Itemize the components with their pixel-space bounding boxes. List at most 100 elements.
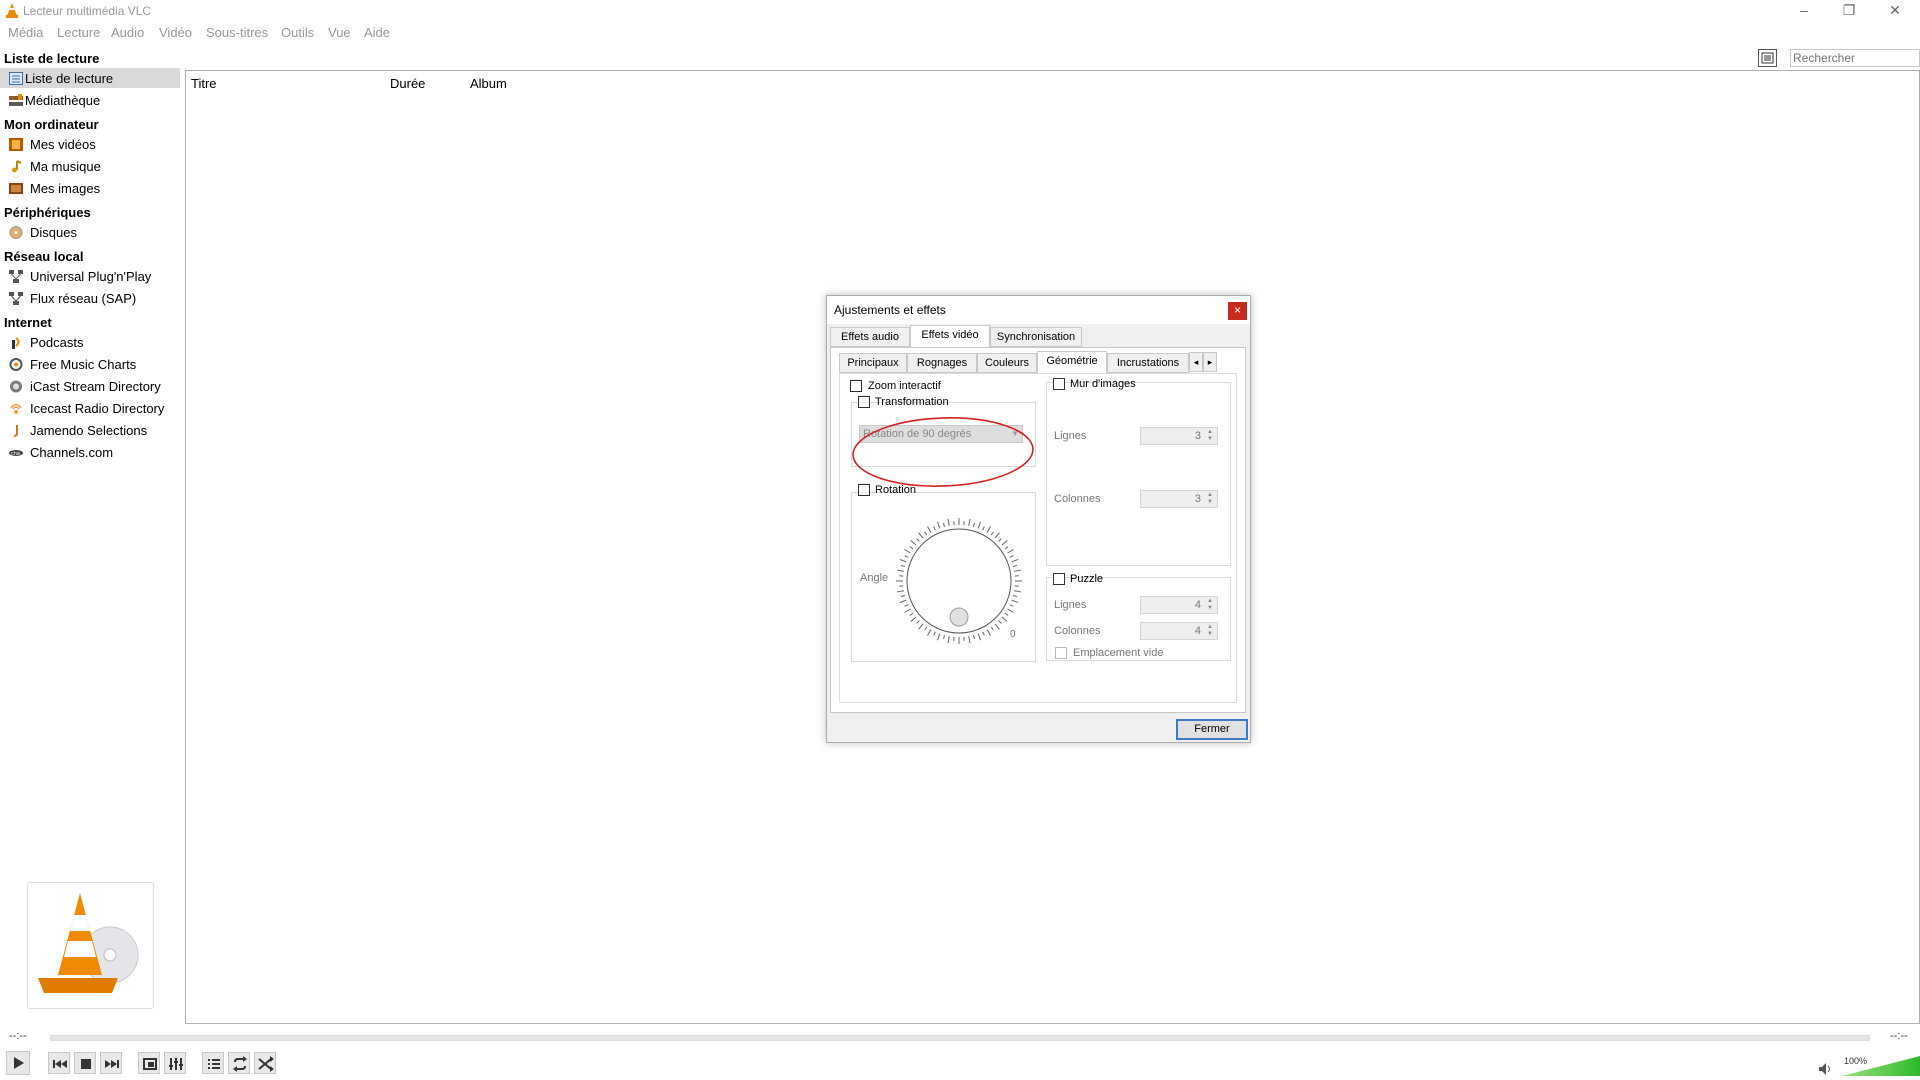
shuffle-icon: [258, 1056, 274, 1072]
time-elapsed: --:--: [9, 1030, 27, 1042]
column-header-album[interactable]: Album: [470, 76, 507, 91]
menu-vue[interactable]: Vue: [328, 25, 351, 40]
sidebar-item-jamendo[interactable]: Jamendo Selections: [0, 420, 180, 440]
menu-sous-titres[interactable]: Sous-titres: [206, 25, 268, 40]
fullscreen-button[interactable]: [138, 1052, 160, 1074]
wall-rows-spinbox[interactable]: 3 ▲ ▼: [1140, 427, 1218, 445]
next-button[interactable]: [100, 1052, 122, 1074]
sidebar-item-music[interactable]: Ma musique: [0, 156, 180, 176]
puzzle-rows-spinbox[interactable]: 4 ▲ ▼: [1140, 596, 1218, 614]
angle-dial[interactable]: [892, 514, 1027, 649]
close-button[interactable]: Fermer: [1176, 719, 1248, 740]
image-icon: [9, 183, 23, 194]
dial-tick: [990, 626, 994, 631]
sidebar-item-label: Jamendo Selections: [30, 423, 148, 438]
dial-tick: [904, 549, 911, 554]
subtab-incrustations[interactable]: Incrustations: [1107, 353, 1189, 373]
dial-tick: [1011, 558, 1019, 563]
zoom-checkbox[interactable]: [850, 380, 862, 392]
sidebar-item-label: Channels.com: [30, 445, 114, 460]
playlist-view-toggle-button[interactable]: [1758, 49, 1777, 67]
sidebar-item-label: Mes vidéos: [30, 137, 96, 152]
menu-bar: Média Lecture Audio Vidéo Sous-titres Ou…: [0, 22, 1920, 42]
image-wall-group: [1046, 382, 1231, 566]
dial-tick: [1001, 616, 1008, 622]
subtab-scroll-left-button[interactable]: ◂: [1189, 352, 1203, 372]
sidebar-header-internet: Internet: [4, 315, 52, 330]
sidebar-header-playlist: Liste de lecture: [4, 51, 100, 66]
sidebar-item-icast[interactable]: iCast Stream Directory: [0, 376, 180, 396]
menu-video[interactable]: Vidéo: [159, 25, 192, 40]
spin-arrows-icon: ▲ ▼: [1207, 624, 1213, 637]
sidebar-item-label: Mes images: [30, 181, 101, 196]
column-header-duration[interactable]: Durée: [390, 76, 425, 91]
sidebar-item-free-music-charts[interactable]: Free Music Charts: [0, 354, 180, 374]
toggle-playlist-button[interactable]: [202, 1052, 224, 1074]
image-wall-checkbox[interactable]: [1053, 378, 1065, 390]
column-header-title[interactable]: Titre: [191, 76, 217, 91]
sidebar-item-sap[interactable]: Flux réseau (SAP): [0, 288, 180, 308]
wall-cols-spinbox[interactable]: 3 ▲ ▼: [1140, 490, 1218, 508]
network-icon: [9, 270, 23, 283]
sidebar-item-channels[interactable]: cha Channels.com: [0, 442, 180, 462]
restore-button[interactable]: ❐: [1826, 0, 1872, 22]
menu-media[interactable]: Média: [8, 25, 43, 40]
menu-outils[interactable]: Outils: [281, 25, 314, 40]
sidebar-item-upnp[interactable]: Universal Plug'n'Play: [0, 266, 180, 286]
library-icon: [9, 94, 23, 106]
subtab-rognages[interactable]: Rognages: [907, 353, 977, 373]
stop-button[interactable]: [74, 1052, 96, 1074]
puzzle-checkbox[interactable]: [1053, 573, 1065, 585]
volume-slider[interactable]: [1842, 1056, 1920, 1076]
speaker-icon[interactable]: [1818, 1062, 1834, 1076]
close-window-button[interactable]: ✕: [1872, 0, 1918, 22]
minimize-button[interactable]: –: [1781, 0, 1827, 22]
sidebar-item-icecast[interactable]: Icecast Radio Directory: [0, 398, 180, 418]
dial-tick: [977, 521, 982, 529]
subtab-principaux[interactable]: Principaux: [839, 353, 907, 373]
dial-tick: [904, 555, 909, 558]
wall-rows-value: 3: [1194, 430, 1201, 442]
equalizer-icon: [169, 1058, 183, 1070]
sidebar-item-videos[interactable]: Mes vidéos: [0, 134, 180, 154]
dial-tick: [927, 629, 932, 636]
dial-tick: [1011, 599, 1019, 604]
wall-cols-label: Colonnes: [1054, 493, 1101, 505]
shuffle-button[interactable]: [254, 1052, 276, 1074]
dial-tick: [998, 620, 1002, 624]
dial-tick: [1004, 612, 1009, 616]
sidebar-item-discs[interactable]: Disques: [0, 222, 180, 242]
dial-tick: [933, 631, 936, 636]
previous-button[interactable]: [48, 1052, 70, 1074]
empty-slot-checkbox[interactable]: [1055, 647, 1067, 659]
subtab-couleurs[interactable]: Couleurs: [977, 353, 1037, 373]
film-icon: [9, 138, 23, 151]
loop-button[interactable]: [228, 1052, 250, 1074]
dial-tick: [924, 531, 928, 536]
tab-audio-effects[interactable]: Effets audio: [830, 327, 910, 347]
sidebar-item-label: Podcasts: [30, 335, 84, 350]
sidebar-item-playlist[interactable]: Liste de lecture: [0, 68, 180, 88]
subtab-geometrie[interactable]: Géométrie: [1037, 351, 1107, 373]
dialog-close-button[interactable]: ×: [1228, 302, 1247, 320]
menu-lecture[interactable]: Lecture: [57, 25, 100, 40]
tab-video-effects[interactable]: Effets vidéo: [910, 325, 990, 347]
menu-aide[interactable]: Aide: [364, 25, 390, 40]
dial-tick: [910, 540, 917, 546]
sidebar-item-label: iCast Stream Directory: [30, 379, 161, 394]
transformation-checkbox[interactable]: [858, 396, 870, 408]
menu-audio[interactable]: Audio: [111, 25, 144, 40]
empty-slot-label: Emplacement vide: [1073, 647, 1164, 659]
sidebar-item-label: Free Music Charts: [30, 357, 137, 372]
sidebar-item-library[interactable]: Médiathèque: [0, 90, 180, 110]
sidebar-item-images[interactable]: Mes images: [0, 178, 180, 198]
search-input[interactable]: [1790, 49, 1920, 67]
puzzle-cols-spinbox[interactable]: 4 ▲ ▼: [1140, 622, 1218, 640]
subtab-scroll-right-button[interactable]: ▸: [1203, 352, 1217, 372]
extended-settings-button[interactable]: [164, 1052, 186, 1074]
tab-synchronization[interactable]: Synchronisation: [990, 327, 1082, 347]
play-button[interactable]: [6, 1051, 30, 1075]
wall-cols-value: 3: [1194, 493, 1201, 505]
seek-bar[interactable]: [50, 1035, 1870, 1041]
sidebar-item-podcasts[interactable]: Podcasts: [0, 332, 180, 352]
